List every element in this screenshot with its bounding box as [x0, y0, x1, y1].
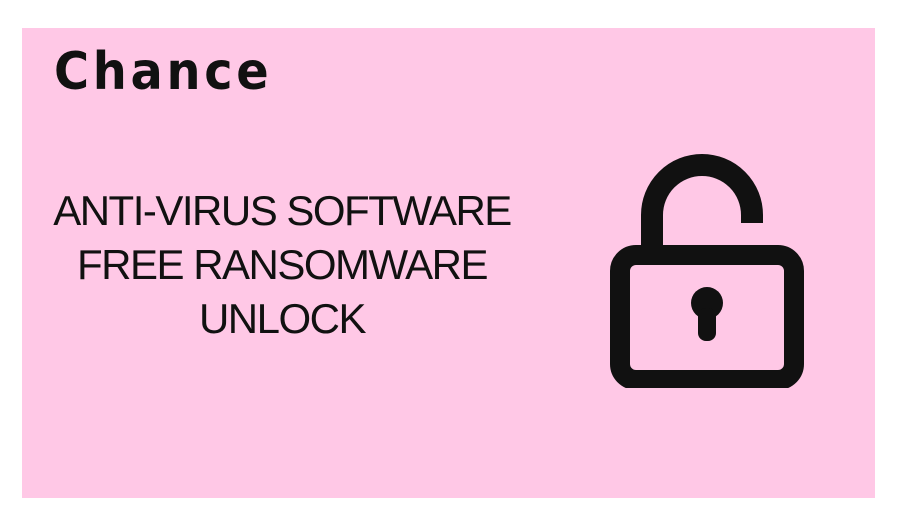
headline-line-1: ANTI-VIRUS SOFTWARE — [53, 187, 512, 234]
headline: ANTI-VIRUS SOFTWARE FREE RANSOMWARE UNLO… — [22, 184, 542, 346]
banner-panel: Chance ANTI-VIRUS SOFTWARE FREE RANSOMWA… — [22, 28, 875, 498]
headline-line-2: FREE RANSOMWARE — [77, 241, 488, 288]
headline-line-3: UNLOCK — [198, 295, 367, 342]
unlocked-padlock-icon — [610, 154, 804, 388]
brand-title: Chance — [54, 42, 273, 102]
